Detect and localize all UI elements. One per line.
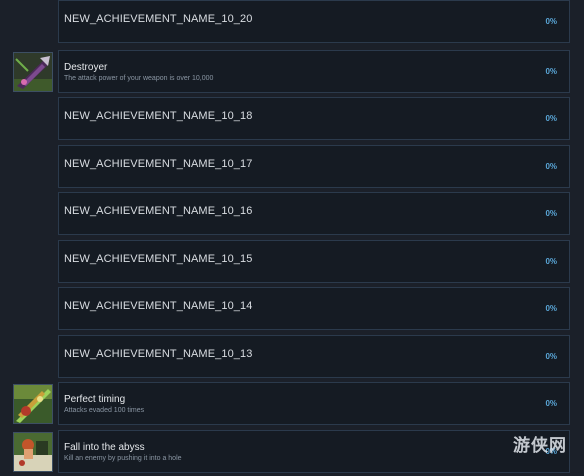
achievement-percent: 0% [545, 209, 557, 218]
achievement-title: Destroyer [64, 62, 108, 73]
achievement-row: NEW_ACHIEVEMENT_NAME_10_20 0% [0, 0, 584, 46]
achievement-row: Destroyer The attack power of your weapo… [0, 50, 584, 96]
achievement-panel[interactable]: NEW_ACHIEVEMENT_NAME_10_17 0% [58, 145, 570, 188]
achievement-percent: 0% [545, 352, 557, 361]
achievement-title: NEW_ACHIEVEMENT_NAME_10_20 [64, 13, 253, 25]
achievement-panel[interactable]: NEW_ACHIEVEMENT_NAME_10_15 0% [58, 240, 570, 283]
achievement-panel[interactable]: NEW_ACHIEVEMENT_NAME_10_13 0% [58, 335, 570, 378]
achievement-row: NEW_ACHIEVEMENT_NAME_10_13 0% [0, 335, 584, 381]
achievement-description: The attack power of your weapon is over … [64, 75, 214, 82]
achievement-row: Perfect timing Attacks evaded 100 times … [0, 382, 584, 428]
achievement-row: NEW_ACHIEVEMENT_NAME_10_14 0% [0, 287, 584, 333]
achievement-title: NEW_ACHIEVEMENT_NAME_10_14 [64, 300, 253, 312]
achievement-row: NEW_ACHIEVEMENT_NAME_10_18 0% [0, 97, 584, 143]
achievement-row: Fall into the abyss Kill an enemy by pus… [0, 430, 584, 476]
achievement-panel[interactable]: NEW_ACHIEVEMENT_NAME_10_20 0% [58, 0, 570, 43]
achievement-title: NEW_ACHIEVEMENT_NAME_10_15 [64, 253, 253, 265]
achievement-percent: 0% [545, 114, 557, 123]
achievement-description: Attacks evaded 100 times [64, 407, 145, 414]
achievement-panel[interactable]: Fall into the abyss Kill an enemy by pus… [58, 430, 570, 473]
achievement-description: Kill an enemy by pushing it into a hole [64, 455, 182, 462]
achievement-title: NEW_ACHIEVEMENT_NAME_10_18 [64, 110, 253, 122]
achievement-row: NEW_ACHIEVEMENT_NAME_10_15 0% [0, 240, 584, 286]
achievement-title: Perfect timing [64, 394, 126, 405]
achievement-panel[interactable]: NEW_ACHIEVEMENT_NAME_10_18 0% [58, 97, 570, 140]
achievement-title: NEW_ACHIEVEMENT_NAME_10_16 [64, 205, 253, 217]
achievement-panel[interactable]: Destroyer The attack power of your weapo… [58, 50, 570, 93]
achievement-percent: 0% [545, 162, 557, 171]
fall-into-abyss-icon [13, 432, 53, 472]
achievement-title: Fall into the abyss [64, 442, 145, 453]
perfect-timing-icon [13, 384, 53, 424]
achievement-percent: 0% [545, 304, 557, 313]
achievement-panel[interactable]: Perfect timing Attacks evaded 100 times … [58, 382, 570, 425]
achievement-percent: 0% [545, 257, 557, 266]
achievement-panel[interactable]: NEW_ACHIEVEMENT_NAME_10_16 0% [58, 192, 570, 235]
achievement-percent: 0% [545, 67, 557, 76]
achievement-panel[interactable]: NEW_ACHIEVEMENT_NAME_10_14 0% [58, 287, 570, 330]
achievement-row: NEW_ACHIEVEMENT_NAME_10_17 0% [0, 145, 584, 191]
watermark-logo: 游侠网 [513, 436, 567, 456]
achievement-title: NEW_ACHIEVEMENT_NAME_10_17 [64, 158, 253, 170]
achievement-row: NEW_ACHIEVEMENT_NAME_10_16 0% [0, 192, 584, 238]
achievement-percent: 0% [545, 17, 557, 26]
destroyer-icon [13, 52, 53, 92]
achievement-list: NEW_ACHIEVEMENT_NAME_10_20 0% Destroyer … [0, 0, 584, 473]
achievement-title: NEW_ACHIEVEMENT_NAME_10_13 [64, 348, 253, 360]
achievement-percent: 0% [545, 399, 557, 408]
